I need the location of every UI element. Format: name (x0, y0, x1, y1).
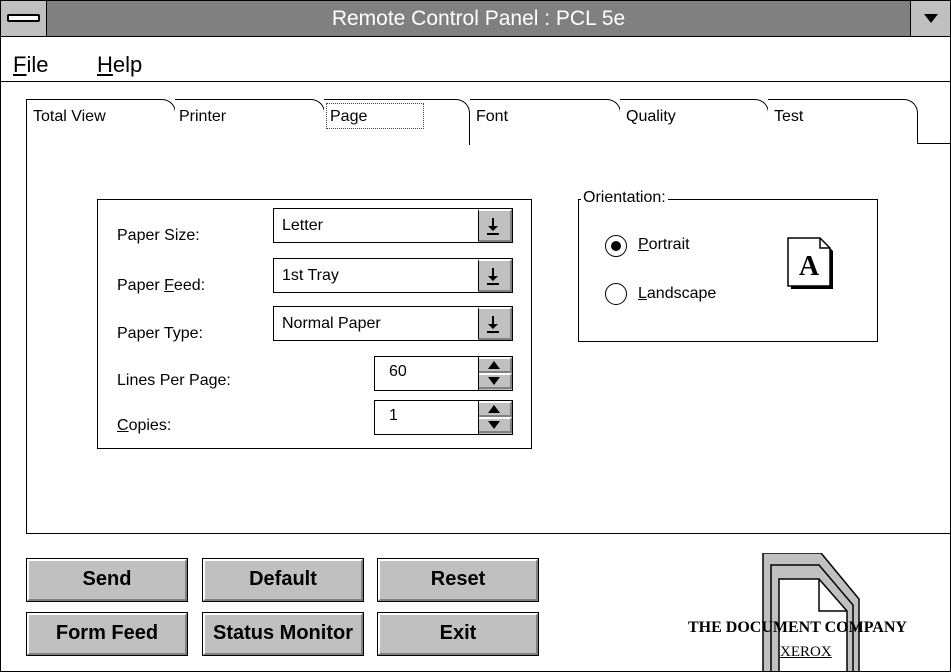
tab-quality[interactable]: Quality (620, 99, 769, 144)
document-company-tagline: THE DOCUMENT COMPANY (688, 619, 907, 636)
orientation-title: Orientation: (581, 189, 668, 207)
paper-type-combo[interactable]: Normal Paper (273, 306, 513, 341)
portrait-radio[interactable] (605, 235, 627, 257)
copies-value: 1 (389, 407, 398, 424)
lines-per-page-label: Lines Per Page: (117, 372, 231, 389)
send-button[interactable]: Send (26, 558, 188, 602)
portrait-label[interactable]: Portrait (638, 236, 690, 254)
system-menu-button[interactable] (1, 1, 47, 36)
tab-test[interactable]: Test (768, 99, 918, 144)
paper-type-value: Normal Paper (282, 315, 381, 332)
spin-down-icon[interactable] (479, 373, 512, 389)
lines-per-page-spinner[interactable]: 60 (374, 356, 513, 391)
tab-total-view[interactable]: Total View (26, 99, 176, 144)
paper-feed-label: Paper Feed: (117, 277, 206, 294)
landscape-label[interactable]: Landscape (638, 285, 716, 303)
system-menu-icon (7, 14, 40, 22)
reset-button[interactable]: Reset (377, 558, 539, 602)
exit-button[interactable]: Exit (377, 612, 539, 656)
lines-per-page-value: 60 (389, 363, 407, 380)
default-button[interactable]: Default (202, 558, 364, 602)
title-bar: Remote Control Panel : PCL 5e (1, 1, 950, 37)
copies-label: Copies: (117, 417, 172, 434)
menu-bar: File Help (1, 37, 950, 82)
dropdown-arrow-icon[interactable] (478, 209, 512, 242)
dropdown-arrow-icon[interactable] (478, 259, 512, 292)
triangle-down-icon (924, 14, 938, 23)
xerox-wordmark: XEROX (780, 644, 832, 660)
paper-size-value: Letter (282, 217, 323, 234)
paper-feed-combo[interactable]: 1st Tray (273, 258, 513, 293)
status-monitor-button[interactable]: Status Monitor (202, 612, 364, 656)
landscape-radio[interactable] (605, 283, 627, 305)
minimize-button[interactable] (910, 1, 950, 36)
page-icon-letter: A (799, 251, 820, 282)
paper-feed-value: 1st Tray (282, 267, 339, 284)
tab-page[interactable]: Page (324, 99, 470, 145)
remote-control-panel-window: Remote Control Panel : PCL 5e File Help … (0, 0, 951, 672)
copies-spinner[interactable]: 1 (374, 400, 513, 435)
menu-file[interactable]: File (13, 53, 48, 77)
menu-help[interactable]: Help (97, 53, 142, 77)
spin-up-icon[interactable] (479, 357, 512, 373)
portrait-page-icon: A (787, 237, 833, 289)
paper-type-label: Paper Type: (117, 325, 203, 342)
spin-up-icon[interactable] (479, 401, 512, 417)
paper-size-label: Paper Size: (117, 227, 200, 244)
paper-size-combo[interactable]: Letter (273, 208, 513, 243)
tab-printer[interactable]: Printer (175, 99, 325, 144)
radio-selected-dot (611, 241, 621, 251)
spin-down-icon[interactable] (479, 417, 512, 433)
tab-font[interactable]: Font (470, 99, 621, 144)
form-feed-button[interactable]: Form Feed (26, 612, 188, 656)
window-title: Remote Control Panel : PCL 5e (331, 7, 626, 30)
dropdown-arrow-icon[interactable] (478, 307, 512, 340)
